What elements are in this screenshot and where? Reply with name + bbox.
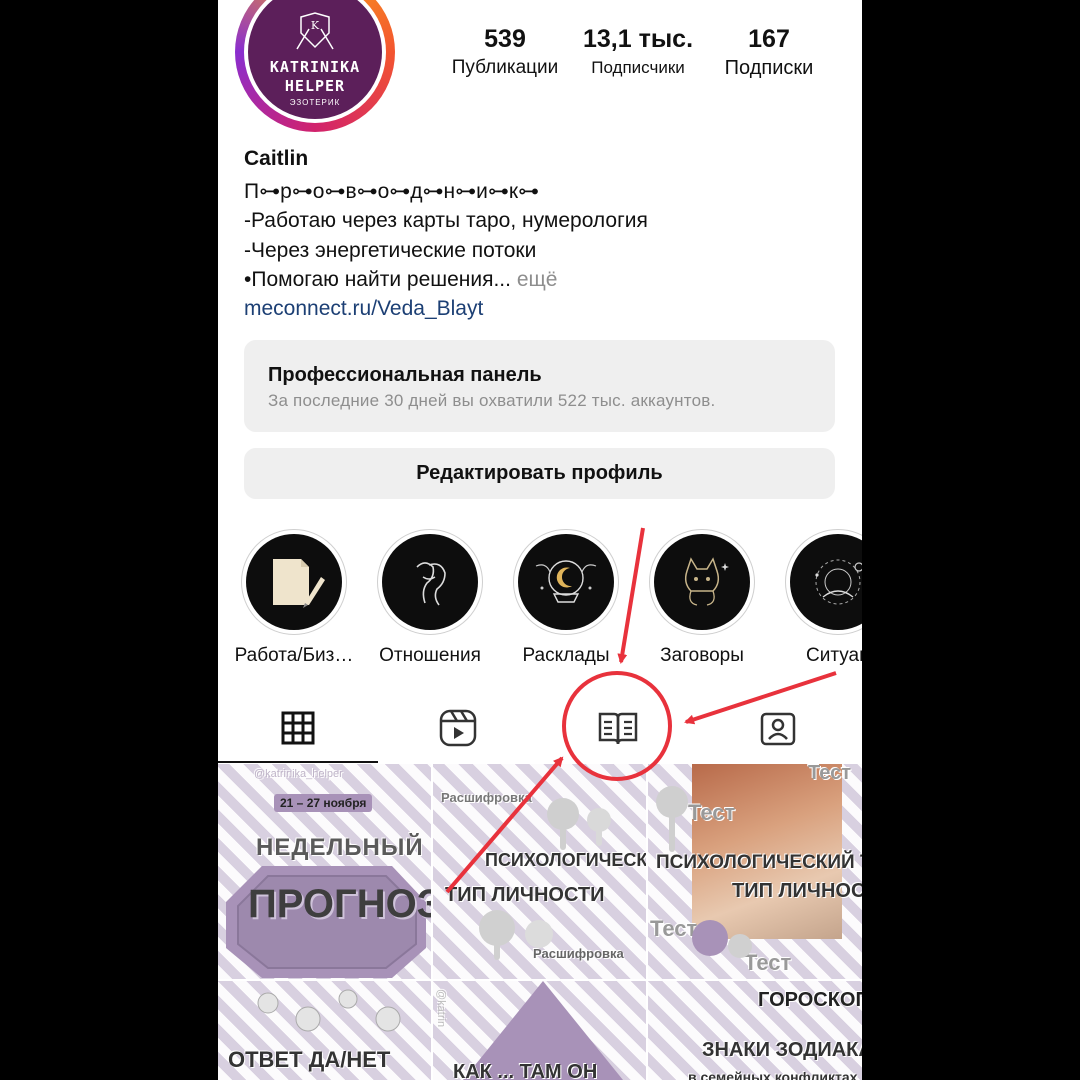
post-caption: Тест <box>808 764 851 784</box>
post-tile[interactable]: @katrin КАК ... ТАМ ОН <box>433 981 646 1080</box>
post-tile[interactable]: Тест Тест ПСИХОЛОГИЧЕСКИЙ ТЕСТ: ТИП ЛИЧН… <box>648 764 862 979</box>
post-coins-decoration <box>257 989 401 1032</box>
avatar-line-1: KATRINIKA <box>269 58 361 76</box>
avatar-line-2: HELPER <box>284 77 346 95</box>
highlight-label: Отношения <box>379 645 481 666</box>
guides-icon <box>598 712 638 745</box>
posts-count: 539 <box>484 25 526 53</box>
bio-line-3: -Через энергетические потоки <box>244 239 537 262</box>
notes-icon <box>246 534 342 630</box>
post-caption: Расшифровка <box>533 946 624 961</box>
post-watermark: @katrin <box>435 989 447 1028</box>
highlight-label: Ситуац <box>806 645 862 666</box>
post-tile[interactable]: Расшифровка ПСИХОЛОГИЧЕСКИЙ ТЕСТ ТИП ЛИЧ… <box>433 764 646 979</box>
stat-followers[interactable]: 13,1 тыс. Подписчики <box>574 24 702 82</box>
tab-tagged[interactable] <box>698 695 858 761</box>
dashboard-subtitle: За последние 30 дней вы охватили 522 тыс… <box>268 391 716 410</box>
stat-following[interactable]: 167 Подписки <box>710 24 828 82</box>
post-date-badge: 21 – 27 ноября <box>274 794 373 812</box>
stat-posts[interactable]: 539 Публикации <box>444 24 566 82</box>
tab-guides[interactable] <box>538 695 698 761</box>
reels-icon <box>439 709 477 747</box>
avatar[interactable]: K KATRINIKA HELPER ЭЗОТЕРИК <box>244 0 386 123</box>
tab-reels[interactable] <box>378 695 538 761</box>
cat-icon <box>654 534 750 630</box>
post-subtitle: ЗНАКИ ЗОДИАКА <box>702 1039 862 1061</box>
dashboard-title: Профессиональная панель <box>268 364 542 386</box>
tagged-icon <box>760 712 796 746</box>
highlight-spells[interactable]: Заговоры <box>642 529 762 667</box>
grid-icon <box>281 711 315 745</box>
bio-line-4: •Помогаю найти решения... ещё <box>244 268 557 292</box>
post-title: ПСИХОЛОГИЧЕСКИЙ ТЕСТ: <box>656 852 862 873</box>
highlight-label: Работа/Биз… <box>234 645 354 666</box>
avatar-logo: K KATRINIKA HELPER ЭЗОТЕРИК <box>248 0 382 119</box>
bio-line-2: -Работаю через карты таро, нумерология <box>244 209 648 232</box>
post-title: КАК ... ТАМ ОН <box>453 1061 598 1080</box>
highlight-spreads[interactable]: Расклады <box>506 529 626 667</box>
post-title: ГОРОСКОП <box>758 989 862 1011</box>
posts-label: Публикации <box>451 57 559 78</box>
highlight-label: Расклады <box>522 645 610 666</box>
post-title: ПСИХОЛОГИЧЕСКИЙ ТЕСТ <box>485 850 646 870</box>
post-title: НЕДЕЛЬНЫЙ <box>256 834 424 861</box>
posts-grid: @katrinika_helper 21 – 27 ноября НЕДЕЛЬН… <box>218 764 862 1080</box>
post-tile[interactable]: ОТВЕТ ДА/НЕТ <box>218 981 431 1080</box>
tarot-emblem-icon: K <box>296 12 334 50</box>
post-tile[interactable]: @katrinika_helper 21 – 27 ноября НЕДЕЛЬН… <box>218 764 431 979</box>
post-watermark: @katrinika_helper <box>254 768 343 780</box>
cosmos-icon <box>790 534 862 630</box>
followers-count: 13,1 тыс. <box>582 25 694 53</box>
highlight-work[interactable]: Работа/Биз… <box>234 529 354 667</box>
post-caption: в семейных конфликтах <box>688 1069 858 1080</box>
profile-name: Caitlin <box>244 147 309 170</box>
post-tile[interactable]: ГОРОСКОП ЗНАКИ ЗОДИАКА в семейных конфли… <box>648 981 862 1080</box>
edit-profile-button[interactable]: Редактировать профиль <box>244 448 835 499</box>
following-count: 167 <box>748 25 790 53</box>
active-tab-indicator <box>218 761 378 763</box>
post-drops-decoration-2 <box>692 920 752 958</box>
highlight-relations[interactable]: Отношения <box>370 529 490 667</box>
tab-grid[interactable] <box>218 695 378 761</box>
bio-link[interactable]: meconnect.ru/Veda_Blayt <box>244 297 483 321</box>
post-subtitle: ТИП ЛИЧНОСТИ, <box>732 880 862 902</box>
highlight-situations[interactable]: Ситуац <box>778 529 862 667</box>
avatar-letter: K <box>311 19 320 32</box>
bio-line-4-text: •Помогаю найти решения... <box>244 268 511 291</box>
couple-icon <box>382 534 478 630</box>
followers-label: Подписчики <box>591 58 685 77</box>
crystal-ball-icon <box>518 534 614 630</box>
professional-dashboard[interactable]: Профессиональная панель За последние 30 … <box>244 340 835 432</box>
bio-line-1: П⊶р⊶о⊶в⊶о⊶д⊶н⊶и⊶к⊶ <box>244 180 540 203</box>
avatar-line-3: ЭЗОТЕРИК <box>289 98 341 107</box>
profile-screen: K KATRINIKA HELPER ЭЗОТЕРИК 539 Публикац… <box>218 0 862 1080</box>
bio-more-link[interactable]: ещё <box>517 268 558 291</box>
following-label: Подписки <box>724 57 814 79</box>
post-caption: Расшифровка <box>441 790 532 805</box>
highlight-label: Заговоры <box>660 645 744 666</box>
post-title-large: ПРОГНОЗ <box>248 882 431 926</box>
post-title: ОТВЕТ ДА/НЕТ <box>228 1047 391 1072</box>
